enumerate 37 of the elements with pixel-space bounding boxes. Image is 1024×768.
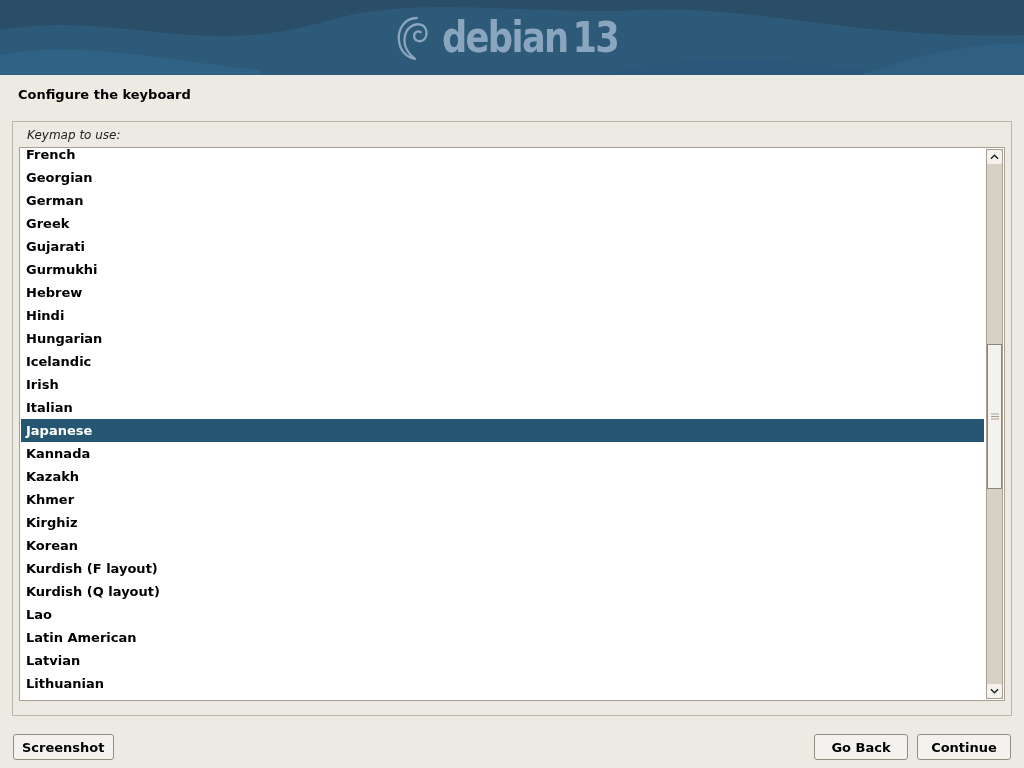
list-item[interactable]: Hindi [21, 304, 984, 327]
page-title: Configure the keyboard [17, 86, 192, 104]
list-item[interactable]: Khmer [21, 488, 984, 511]
list-item[interactable]: Hebrew [21, 281, 984, 304]
list-item[interactable]: Gujarati [21, 235, 984, 258]
field-label: Keymap to use: [26, 127, 122, 144]
grip-icon [990, 413, 999, 420]
scrollbar[interactable] [986, 149, 1003, 699]
list-item[interactable]: Kirghiz [21, 511, 984, 534]
list-item[interactable]: Georgian [21, 166, 984, 189]
chevron-up-icon [990, 154, 999, 160]
list-item[interactable]: Lithuanian [21, 672, 984, 695]
list-item[interactable]: Latin American [21, 626, 984, 649]
chevron-down-icon [990, 688, 999, 694]
scroll-down-button[interactable] [987, 684, 1002, 698]
scroll-up-button[interactable] [987, 150, 1002, 164]
list-item[interactable]: Gurmukhi [21, 258, 984, 281]
list-item[interactable]: Korean [21, 534, 984, 557]
list-item[interactable]: French [21, 148, 984, 166]
action-button[interactable]: Go Back [814, 734, 908, 760]
action-button[interactable]: Screenshot [13, 734, 114, 760]
list-item[interactable]: Kurdish (F layout) [21, 557, 984, 580]
list-item[interactable]: Greek [21, 212, 984, 235]
logo-text: debian 13 [442, 12, 619, 62]
list-item[interactable]: Kannada [21, 442, 984, 465]
list-item[interactable]: Latvian [21, 649, 984, 672]
list-item[interactable]: Lao [21, 603, 984, 626]
list-item[interactable]: Kurdish (Q layout) [21, 580, 984, 603]
list-item[interactable]: Irish [21, 373, 984, 396]
list-item[interactable]: Icelandic [21, 350, 984, 373]
list-item[interactable]: Italian [21, 396, 984, 419]
list-item[interactable]: German [21, 189, 984, 212]
scroll-thumb[interactable] [987, 344, 1002, 489]
list-item[interactable]: Hungarian [21, 327, 984, 350]
list-item[interactable]: Japanese [21, 419, 984, 442]
action-button[interactable]: Continue [917, 734, 1011, 760]
list-item[interactable]: Kazakh [21, 465, 984, 488]
